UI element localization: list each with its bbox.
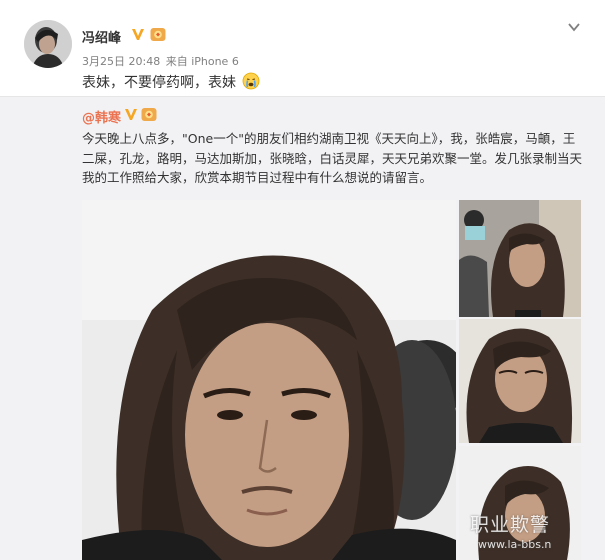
- thumb-photo-1[interactable]: [459, 200, 581, 317]
- thumb-image: [459, 200, 581, 317]
- post-username[interactable]: 冯绍峰: [82, 27, 121, 46]
- verified-v-icon: [125, 109, 137, 120]
- chevron-down-icon[interactable]: [566, 20, 582, 34]
- post-meta: 3月25日 20:48 来自 iPhone 6: [82, 53, 239, 69]
- thumb-photo-3[interactable]: [459, 446, 581, 560]
- photo-image: [82, 200, 456, 560]
- thumb-photo-2[interactable]: [459, 319, 581, 443]
- repost-author-link[interactable]: @韩寒: [82, 107, 121, 126]
- verified-v-icon: [132, 29, 144, 40]
- crying-emoji-icon: [243, 72, 260, 90]
- post-source[interactable]: 来自 iPhone 6: [166, 55, 239, 68]
- weibo-post: 冯绍峰 3月25日 20:48 来自 iPhone 6 表妹，不要停药啊，表妹: [0, 0, 605, 100]
- post-text: 表妹，不要停药啊，表妹: [82, 75, 236, 91]
- thumb-image: [459, 319, 581, 443]
- user-avatar[interactable]: [24, 20, 72, 68]
- thumb-image: [459, 446, 581, 560]
- repost-block: @韩寒 今天晚上八点多，"One一个"的朋友们相约湖南卫视《天天向上》，我，张皓…: [0, 96, 605, 560]
- member-medal-icon[interactable]: [141, 107, 157, 122]
- avatar-image: [24, 20, 72, 68]
- post-body: 表妹，不要停药啊，表妹: [82, 72, 260, 92]
- member-medal-icon[interactable]: [150, 27, 166, 42]
- main-selfie-photo[interactable]: [82, 200, 456, 560]
- repost-text: 今天晚上八点多，"One一个"的朋友们相约湖南卫视《天天向上》，我，张皓宸，马頔…: [82, 131, 583, 185]
- post-timestamp[interactable]: 3月25日 20:48: [82, 55, 160, 68]
